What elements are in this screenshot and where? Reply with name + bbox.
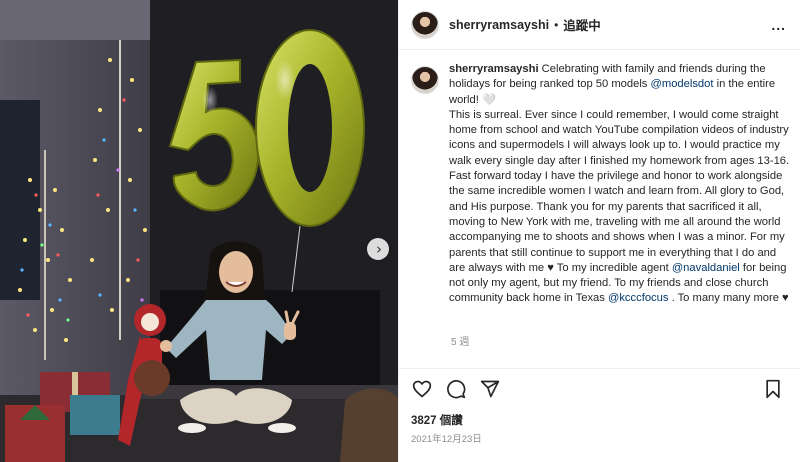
like-button[interactable] xyxy=(411,378,433,400)
photo-illustration xyxy=(0,0,398,462)
caption-time-ago: 5 週 xyxy=(451,337,470,348)
caption-block: sherryramsayshi Celebrating with family … xyxy=(411,62,792,307)
heart-icon xyxy=(412,380,432,398)
more-options-button[interactable]: ... xyxy=(771,17,786,33)
save-button[interactable] xyxy=(762,378,784,400)
mention-kcccfocus[interactable]: @kcccfocus xyxy=(608,292,668,304)
carousel-next-button[interactable]: › xyxy=(367,238,389,260)
caption-text: sherryramsayshi Celebrating with family … xyxy=(449,62,792,307)
like-count[interactable]: 3827 個讚 xyxy=(411,412,463,428)
caption-part5: . To many many more ♥ xyxy=(668,292,789,305)
post-photo: › xyxy=(0,0,398,462)
post-date: 2021年12月23日 xyxy=(411,434,482,445)
post-header: sherryramsayshi • 追蹤中 ... xyxy=(399,0,800,50)
mention-modelsdot[interactable]: @modelsdot xyxy=(651,78,714,90)
header-username[interactable]: sherryramsayshi xyxy=(449,18,549,32)
following-button[interactable]: 追蹤中 xyxy=(563,15,601,34)
paper-plane-icon xyxy=(480,380,500,398)
chevron-right-icon: › xyxy=(376,239,382,258)
actions-area: 3827 個讚 2021年12月23日 xyxy=(399,368,800,445)
share-button[interactable] xyxy=(479,378,501,400)
comment-button[interactable] xyxy=(445,378,467,400)
action-bar xyxy=(399,369,800,409)
separator-dot: • xyxy=(554,17,559,32)
comment-icon xyxy=(447,380,466,399)
caption-part3: This is surreal. Ever since I could reme… xyxy=(449,108,790,274)
caption-avatar[interactable] xyxy=(411,66,439,94)
post-side-panel: sherryramsayshi • 追蹤中 ... sherryramsaysh… xyxy=(398,0,800,462)
mention-navaldaniel[interactable]: @navaldaniel xyxy=(672,262,740,274)
bookmark-icon xyxy=(766,379,780,399)
caption-username[interactable]: sherryramsayshi xyxy=(449,63,539,75)
avatar[interactable] xyxy=(411,10,439,39)
